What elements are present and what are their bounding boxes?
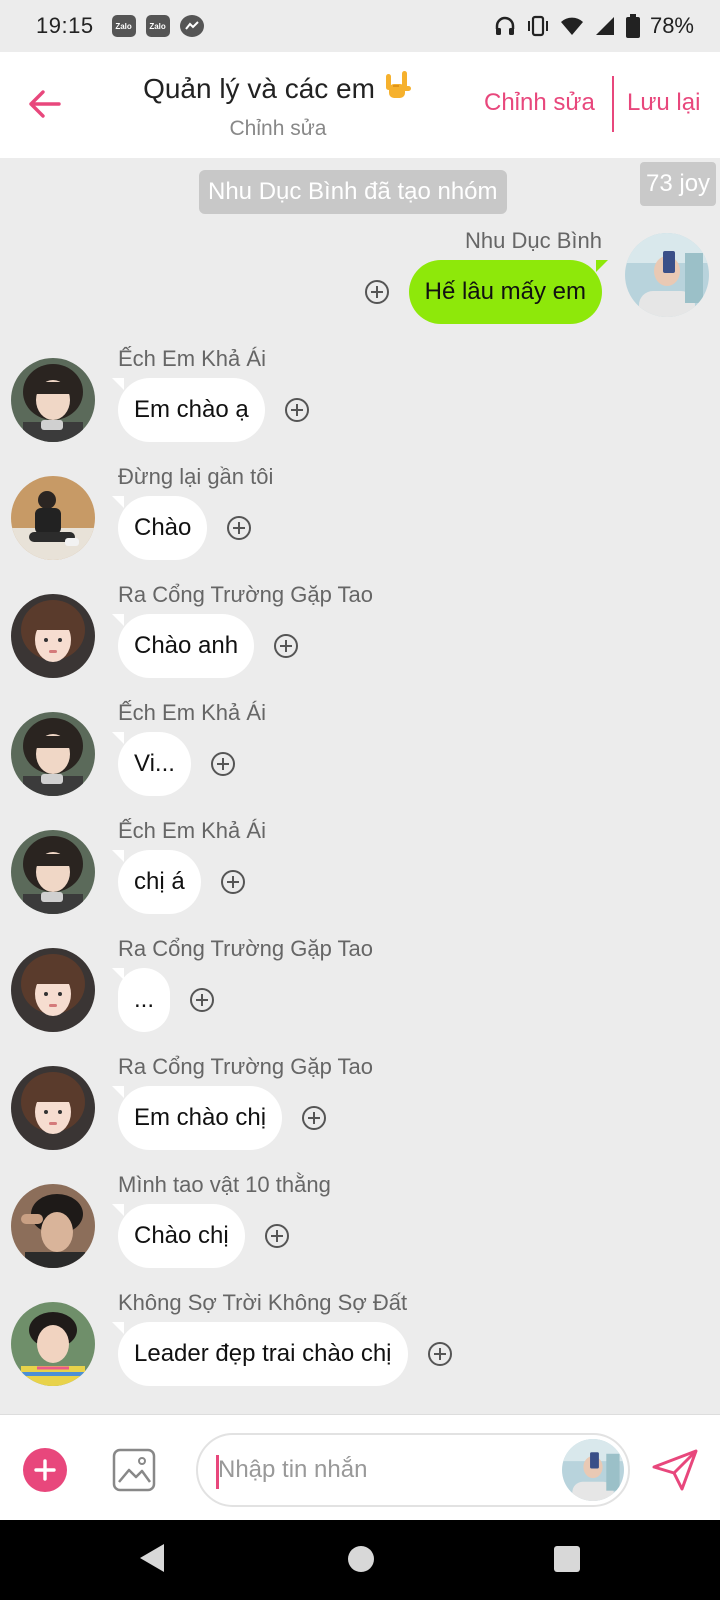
message-composer bbox=[0, 1414, 720, 1520]
plus-circle-icon bbox=[284, 398, 309, 422]
chat-header: Quản lý và các em Chỉnh sửa Chỉnh sửa Lư… bbox=[0, 52, 720, 158]
image-button[interactable] bbox=[112, 1448, 156, 1492]
nav-recents-icon[interactable] bbox=[554, 1546, 580, 1572]
nav-home-icon[interactable] bbox=[348, 1546, 374, 1572]
zalo-icon: Zalo bbox=[111, 15, 136, 37]
plus-circle-icon bbox=[427, 1342, 452, 1366]
message-incoming: Ra Cổng Trường Gặp Tao ... bbox=[0, 936, 720, 1034]
message-incoming: Không Sợ Trời Không Sợ Đất Leader đẹp tr… bbox=[0, 1290, 720, 1388]
plus-circle-icon bbox=[302, 1106, 327, 1130]
message-sender: Đừng lại gần tôi bbox=[118, 464, 274, 489]
add-reaction-button[interactable] bbox=[272, 632, 300, 660]
avatar[interactable] bbox=[11, 358, 95, 442]
love-you-gesture-icon bbox=[381, 70, 413, 109]
add-attachment-button[interactable] bbox=[23, 1448, 67, 1492]
add-reaction-button[interactable] bbox=[300, 1104, 328, 1132]
avatar[interactable] bbox=[11, 1302, 95, 1386]
message-sender: Ra Cổng Trường Gặp Tao bbox=[118, 582, 373, 607]
message-bubble[interactable]: Chào chị bbox=[112, 1204, 245, 1268]
avatar[interactable] bbox=[11, 830, 95, 914]
message-sender: Ếch Em Khả Ái bbox=[118, 346, 266, 371]
add-reaction-button[interactable] bbox=[426, 1340, 454, 1368]
sender-avatar[interactable] bbox=[562, 1439, 624, 1501]
system-navigation-bar bbox=[0, 1520, 720, 1600]
plus-icon bbox=[34, 1459, 56, 1481]
status-bar: 19:15 Zalo Zalo 78% bbox=[0, 0, 720, 52]
add-reaction-button[interactable] bbox=[188, 986, 216, 1014]
avatar[interactable] bbox=[625, 233, 709, 317]
chat-area[interactable]: Nhu Dục Bình đã tạo nhóm 73 joy Nhu Dục … bbox=[0, 158, 720, 1414]
message-incoming: Ra Cổng Trường Gặp Tao Chào anh bbox=[0, 582, 720, 680]
message-sender: Không Sợ Trời Không Sợ Đất bbox=[118, 1290, 408, 1315]
wifi-icon bbox=[560, 16, 584, 36]
system-notice: Nhu Dục Bình đã tạo nhóm bbox=[199, 170, 507, 214]
message-bubble[interactable]: ... bbox=[111, 968, 171, 1032]
plus-circle-icon bbox=[274, 634, 299, 658]
group-title: Quản lý và các em bbox=[120, 70, 436, 109]
image-icon bbox=[112, 1448, 156, 1492]
battery-icon bbox=[625, 14, 640, 38]
message-sender: Nhu Dục Bình bbox=[465, 228, 602, 253]
add-reaction-button[interactable] bbox=[209, 750, 237, 778]
avatar[interactable] bbox=[11, 712, 95, 796]
messenger-icon bbox=[179, 15, 204, 37]
message-incoming: Mình tao vật 10 thằng Chào chị bbox=[0, 1172, 720, 1270]
avatar[interactable] bbox=[11, 476, 95, 560]
zalo-icon: Zalo bbox=[145, 15, 170, 37]
message-bubble[interactable]: Em chào ạ bbox=[112, 378, 265, 442]
message-outgoing: Nhu Dục Bình Hế lâu mấy em bbox=[0, 228, 720, 326]
message-bubble[interactable]: Chào anh bbox=[111, 614, 255, 678]
message-sender: Ra Cổng Trường Gặp Tao bbox=[118, 936, 373, 961]
message-bubble[interactable]: Leader đẹp trai chào chị bbox=[112, 1322, 408, 1386]
message-sender: Ếch Em Khả Ái bbox=[118, 818, 266, 843]
message-bubble[interactable]: Chào bbox=[111, 496, 208, 560]
message-sender: Ếch Em Khả Ái bbox=[118, 700, 266, 725]
plus-circle-icon bbox=[364, 280, 389, 304]
send-icon bbox=[652, 1449, 698, 1491]
message-incoming: Ếch Em Khả Ái Em chào ạ bbox=[0, 346, 720, 444]
message-bubble[interactable]: chị á bbox=[112, 850, 201, 914]
add-reaction-button[interactable] bbox=[363, 278, 391, 306]
message-incoming: Ếch Em Khả Ái Vi... bbox=[0, 700, 720, 798]
plus-circle-icon bbox=[227, 516, 252, 540]
title-block: Quản lý và các em Chỉnh sửa bbox=[120, 70, 436, 141]
message-sender: Mình tao vật 10 thằng bbox=[118, 1172, 331, 1197]
plus-circle-icon bbox=[190, 988, 215, 1012]
headphones-icon bbox=[494, 15, 516, 37]
message-input-wrapper bbox=[196, 1433, 630, 1507]
plus-circle-icon bbox=[264, 1224, 289, 1248]
add-reaction-button[interactable] bbox=[219, 868, 247, 896]
avatar[interactable] bbox=[11, 948, 95, 1032]
plus-circle-icon bbox=[210, 752, 235, 776]
arrow-left-icon bbox=[29, 90, 61, 118]
edit-button[interactable]: Chỉnh sửa bbox=[484, 89, 595, 117]
message-input[interactable] bbox=[218, 1435, 548, 1505]
message-bubble[interactable]: Hế lâu mấy em bbox=[408, 260, 609, 324]
battery-percent: 78% bbox=[649, 13, 694, 38]
back-button[interactable] bbox=[22, 82, 66, 126]
nav-back-icon[interactable] bbox=[138, 1542, 166, 1574]
add-reaction-button[interactable] bbox=[263, 1222, 291, 1250]
status-time: 19:15 bbox=[36, 13, 94, 38]
message-sender: Ra Cổng Trường Gặp Tao bbox=[118, 1054, 373, 1079]
message-bubble[interactable]: Em chào chị bbox=[111, 1086, 283, 1150]
watermark: 73 joy bbox=[640, 162, 717, 206]
add-reaction-button[interactable] bbox=[283, 396, 311, 424]
message-incoming: Ếch Em Khả Ái chị á bbox=[0, 818, 720, 916]
header-divider bbox=[612, 76, 614, 132]
add-reaction-button[interactable] bbox=[225, 514, 253, 542]
message-bubble[interactable]: Vi... bbox=[112, 732, 191, 796]
avatar[interactable] bbox=[11, 594, 95, 678]
avatar[interactable] bbox=[11, 1066, 95, 1150]
vibrate-icon bbox=[526, 15, 550, 37]
message-incoming: Ra Cổng Trường Gặp Tao Em chào chị bbox=[0, 1054, 720, 1152]
signal-icon bbox=[594, 15, 616, 37]
send-button[interactable] bbox=[650, 1446, 700, 1494]
group-subtitle: Chỉnh sửa bbox=[229, 117, 327, 140]
plus-circle-icon bbox=[220, 870, 245, 894]
avatar[interactable] bbox=[11, 1184, 95, 1268]
save-button[interactable]: Lưu lại bbox=[627, 89, 700, 117]
message-incoming: Đừng lại gần tôi Chào bbox=[0, 464, 720, 562]
